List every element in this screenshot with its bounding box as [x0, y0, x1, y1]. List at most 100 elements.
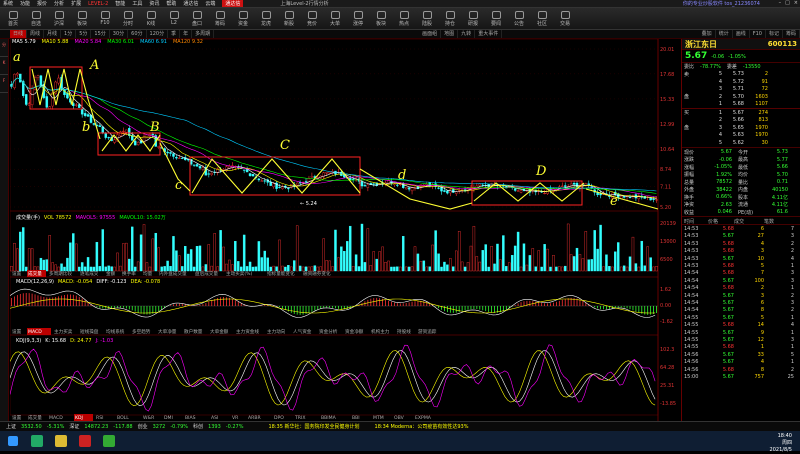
indicator-tab[interactable]: 散户数量 [184, 328, 203, 335]
indicator-tab[interactable]: 资金分析 [319, 328, 338, 335]
taskbar-app-browser[interactable] [26, 432, 48, 450]
toolbar-button[interactable]: 筹码 [209, 9, 231, 29]
indicator-tab[interactable]: 设置 [12, 414, 22, 421]
indicator-tab[interactable]: 主力买卖 [54, 328, 73, 335]
side-tab-f10[interactable]: F [0, 75, 8, 93]
chart-tool-tab[interactable]: 叠加 [699, 30, 716, 38]
toolbar-button[interactable]: F10 [94, 9, 116, 29]
toolbar-button[interactable]: 持仓 [439, 9, 461, 29]
indicator-tab[interactable]: 资金净额 [345, 328, 364, 335]
toolbar-button[interactable]: 社区 [531, 9, 553, 29]
indicator-tab[interactable]: 多周期比较 [49, 270, 72, 277]
order-book-row[interactable]: 盘 3 5.65 1970 [682, 124, 800, 132]
order-book-row[interactable]: 盘 2 5.70 1603 [682, 93, 800, 101]
toolbar-button[interactable]: 板块 [370, 9, 392, 29]
indicator-tab[interactable]: 持股线 [397, 328, 411, 335]
order-book-row[interactable]: 2 5.66 813 [682, 117, 800, 125]
indicator-tab[interactable]: 短线操盘 [80, 328, 99, 335]
toolbar-button[interactable]: 龙虎 [255, 9, 277, 29]
toolbar-button[interactable]: 自选 [25, 9, 47, 29]
toolbar-button[interactable]: 大单 [324, 9, 346, 29]
toolbar-button[interactable]: 研报 [462, 9, 484, 29]
menu-item[interactable]: LEVEL-2 [88, 1, 108, 7]
toolbar-button[interactable]: 竞价 [301, 9, 323, 29]
taskbar-app-chat[interactable] [98, 432, 120, 450]
period-tab[interactable]: 15分 [91, 30, 110, 38]
toolbar-button[interactable]: 公告 [508, 9, 530, 29]
taskbar-app-tdx[interactable] [74, 432, 96, 450]
menu-item[interactable]: 资讯 [149, 0, 159, 7]
chart-tool-tab[interactable]: 画线 [733, 30, 750, 38]
period-tab[interactable]: 多周期 [192, 30, 215, 38]
indicator-tab[interactable]: 主动买卖(%) [226, 270, 253, 277]
chart-tool-tab[interactable]: F10 [750, 30, 766, 38]
tick-list[interactable]: 时间 价格 成交 笔数 14:53 5.68 6 7 14:53 5.67 27 3 14:53 5.68… [682, 217, 800, 381]
menu-item[interactable]: 扩展 [71, 0, 81, 7]
toolbar-button[interactable]: L2 [163, 9, 185, 29]
main-chart-area[interactable]: 20.01 17.68 15.33 12.99 10.64 8.74 7.11 5.20 a Ab… [10, 39, 680, 421]
menu-item[interactable]: 帮助 [166, 0, 176, 7]
index-name[interactable]: 上证 [6, 423, 16, 430]
period-tab[interactable]: 60分 [128, 30, 147, 38]
indicator-tab[interactable]: 设置 [12, 328, 22, 335]
indicator-tab[interactable]: 游资追踪 [418, 328, 437, 335]
indicator-tab[interactable]: 均线系统 [106, 328, 125, 335]
toolbar-button[interactable]: 首页 [2, 9, 24, 29]
period-tab[interactable]: 周线 [27, 30, 45, 38]
indicator-tab[interactable]: 成交量 [28, 414, 42, 421]
menu-item[interactable]: 工具 [132, 0, 142, 7]
indicator-tab[interactable]: 人气资金 [293, 328, 312, 335]
toolbar-button[interactable]: 分时 [117, 9, 139, 29]
order-book-row[interactable]: 3 5.71 72 [682, 86, 800, 94]
menu-item[interactable]: 通达信 [183, 0, 198, 7]
indicator-tab[interactable]: 大单金额 [210, 328, 229, 335]
indicator-tab[interactable]: 主力动向 [267, 328, 286, 335]
period-tab[interactable]: 月线 [44, 30, 62, 38]
index-name[interactable]: 创业 [138, 423, 148, 430]
period-tab[interactable]: 日线 [10, 30, 28, 38]
chart-tool-tab[interactable]: 筹码 [783, 30, 800, 38]
order-book-row[interactable]: 卖 5 5.73 2 [682, 71, 800, 79]
news-ticker-1[interactable]: 18:35 新华社：国务院印发全民健身计划 [269, 423, 360, 430]
menu-item[interactable]: 报价 [37, 0, 47, 7]
period-tab[interactable]: 120分 [147, 30, 169, 38]
toolbar-button[interactable]: 陆股 [416, 9, 438, 29]
order-book-row[interactable]: 5 5.62 30 [682, 139, 800, 147]
period-tab[interactable]: 季 [168, 30, 181, 38]
menu-item[interactable]: 分析 [54, 0, 64, 7]
period-tab[interactable]: 1分 [61, 30, 77, 38]
indicator-tab[interactable]: 换手率 [122, 270, 136, 277]
taskbar-app-explorer[interactable] [50, 432, 72, 450]
menu-item[interactable]: 功能 [20, 0, 30, 7]
index-name[interactable]: 深证 [69, 423, 79, 430]
event-tab[interactable]: 九转 [458, 30, 476, 38]
event-tab[interactable]: 地图 [441, 30, 459, 38]
chart-tool-tab[interactable]: 标记 [766, 30, 783, 38]
event-tab[interactable]: 画面组 [419, 30, 442, 38]
order-book-row[interactable]: 4 5.63 1970 [682, 132, 800, 140]
event-tab[interactable]: 重大事件 [475, 30, 503, 38]
indicator-tab[interactable]: 指标量能变化 [267, 270, 295, 277]
order-book-row[interactable]: 1 5.68 1107 [682, 101, 800, 109]
menu-item[interactable]: 系统 [3, 0, 13, 7]
indicator-tab[interactable]: 金额 [106, 270, 116, 277]
toolbar-button[interactable]: 板块 [71, 9, 93, 29]
indicator-tab[interactable]: 主力资金线 [236, 328, 259, 335]
menu-item[interactable]: 智能 [115, 0, 125, 7]
period-tab[interactable]: 30分 [110, 30, 129, 38]
toolbar-button[interactable]: 沪深 [48, 9, 70, 29]
order-book-row[interactable]: 买 1 5.67 274 [682, 109, 800, 117]
toolbar-button[interactable]: 盘口 [186, 9, 208, 29]
indicator-tab[interactable]: 设置 [12, 270, 22, 277]
indicator-tab[interactable]: 均量 [143, 270, 153, 277]
menu-item[interactable]: 云端 [205, 0, 215, 7]
period-tab[interactable]: 年 [180, 30, 193, 38]
close-icon[interactable]: × [794, 0, 798, 6]
indicator-tab[interactable]: 逐笔成交 [80, 270, 99, 277]
toolbar-button[interactable]: 热点 [393, 9, 415, 29]
chart-tool-tab[interactable]: 统计 [716, 30, 733, 38]
minimize-icon[interactable]: – [779, 0, 782, 6]
toolbar-button[interactable]: K线 [140, 9, 162, 29]
indicator-tab[interactable]: 机构主力 [371, 328, 390, 335]
order-book-row[interactable]: 4 5.72 91 [682, 78, 800, 86]
